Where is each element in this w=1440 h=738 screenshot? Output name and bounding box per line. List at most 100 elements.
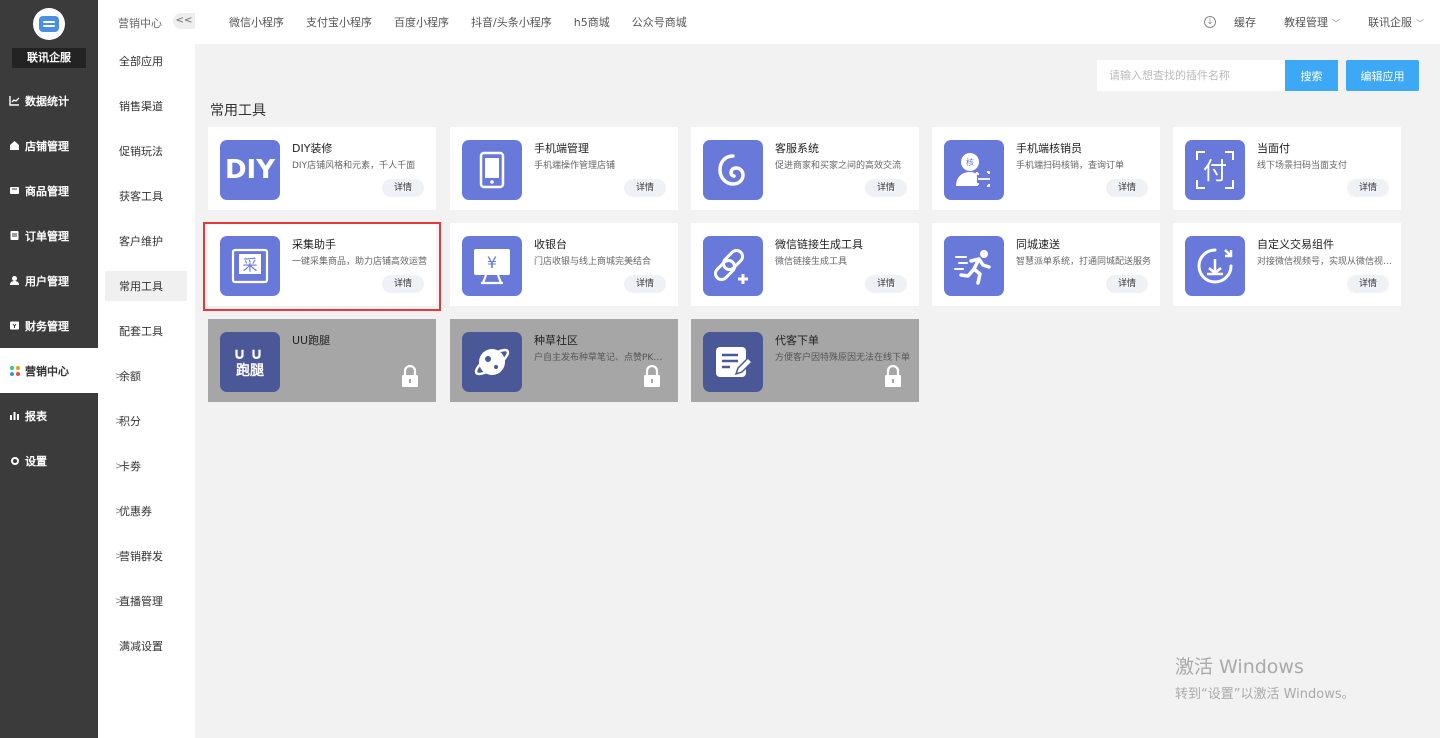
sidebar-item-label: 用户管理: [25, 274, 69, 288]
brand-logo[interactable]: [33, 8, 65, 40]
submenu-item-full-reduction[interactable]: 满减设置: [105, 631, 187, 661]
edit-apps-button[interactable]: 编辑应用: [1346, 60, 1419, 91]
phone-icon: [462, 140, 522, 200]
sidebar-item-label: 财务管理: [25, 319, 69, 333]
sidebar-item-reports[interactable]: 报表: [0, 393, 98, 438]
submenu-item-support-tools[interactable]: 配套工具: [105, 316, 187, 346]
tool-card-collect-assistant[interactable]: 采 采集助手 一键采集商品，助力店铺高效运营 详情: [208, 223, 436, 306]
sidebar-item-users[interactable]: 用户管理: [0, 258, 98, 303]
tool-card-wechat-link[interactable]: 微信链接生成工具 微信链接生成工具 详情: [691, 223, 919, 306]
customer-service-icon: [703, 140, 763, 200]
detail-button[interactable]: 详情: [624, 179, 666, 197]
tab-h5-mall[interactable]: h5商城: [574, 14, 610, 30]
submenu-item-label: 促销玩法: [119, 145, 163, 158]
secondary-menu-header: 营销中心 <<: [98, 0, 195, 44]
submenu-item-label: 满减设置: [119, 640, 163, 653]
chart-line-icon: [9, 95, 20, 106]
collapse-button[interactable]: <<: [173, 13, 195, 29]
svg-text:¥: ¥: [487, 253, 497, 272]
sidebar-item-data-stats[interactable]: 数据统计: [0, 78, 98, 123]
account-menu[interactable]: 联讯企服 ﹀: [1368, 14, 1424, 30]
gear-icon: [9, 455, 20, 466]
submenu-item-label: 优惠券: [119, 505, 152, 518]
tool-card-face-pay[interactable]: 付 当面付 线下场景扫码当面支付 详情: [1173, 127, 1401, 210]
tool-name: UU跑腿: [292, 334, 331, 347]
tab-wechat-mini[interactable]: 微信小程序: [229, 14, 284, 30]
tool-card-uu-paotui[interactable]: ∪∪ 跑腿 UU跑腿: [208, 319, 436, 402]
submenu-item-promotion[interactable]: 促销玩法: [105, 136, 187, 166]
submenu-item-label: 常用工具: [119, 280, 163, 293]
user-icon: [9, 275, 20, 286]
uu-paotui-icon: ∪∪ 跑腿: [220, 332, 280, 392]
search-button[interactable]: 搜索: [1285, 60, 1338, 91]
download-icon[interactable]: ↓: [1204, 16, 1216, 28]
submenu-item-coupons[interactable]: > 优惠券: [105, 496, 187, 526]
watermark-line2: 转到“设置”以激活 Windows。: [1175, 687, 1355, 702]
tool-desc: 促进商家和买家之间的高效交流: [775, 161, 902, 171]
tab-douyin-mini[interactable]: 抖音/头条小程序: [471, 14, 552, 30]
detail-button[interactable]: 详情: [865, 275, 907, 293]
plugin-search-input[interactable]: [1097, 60, 1285, 91]
sidebar-item-store[interactable]: 店铺管理: [0, 123, 98, 168]
detail-button[interactable]: 详情: [1347, 275, 1389, 293]
sidebar-item-settings[interactable]: 设置: [0, 438, 98, 483]
tool-card-custom-trade[interactable]: 自定义交易组件 对接微信视频号，实现从微信视频号带货 详情: [1173, 223, 1401, 306]
submenu-item-acquisition[interactable]: 获客工具: [105, 181, 187, 211]
tool-card-diy[interactable]: DIY DIY装修 DIY店铺风格和元素，千人千面 详情: [208, 127, 436, 210]
submenu-item-label: 获客工具: [119, 190, 163, 203]
detail-button[interactable]: 详情: [624, 275, 666, 293]
sidebar-item-orders[interactable]: 订单管理: [0, 213, 98, 258]
tab-baidu-mini[interactable]: 百度小程序: [394, 14, 449, 30]
sidebar-item-label: 店铺管理: [25, 139, 69, 153]
sidebar-item-products[interactable]: 商品管理: [0, 168, 98, 213]
sidebar-item-label: 营销中心: [25, 364, 69, 378]
tab-official-account-mall[interactable]: 公众号商城: [632, 14, 687, 30]
account-name: 联讯企服: [1368, 16, 1412, 29]
submenu-item-points[interactable]: > 积分: [105, 406, 187, 436]
sidebar-item-label: 报表: [25, 409, 47, 423]
submenu-item-balance[interactable]: > 余额: [105, 361, 187, 391]
tool-desc: 手机端扫码核销，查询订单: [1016, 161, 1125, 171]
tool-card-mobile-manage[interactable]: 手机端管理 手机端操作管理店铺 详情: [450, 127, 678, 210]
sidebar-item-marketing[interactable]: 营销中心: [0, 348, 98, 393]
tool-card-local-delivery[interactable]: 同城速送 智慧派单系统，打通同城配送服务 详情: [932, 223, 1160, 306]
lock-icon: [644, 365, 660, 387]
lock-icon: [885, 365, 901, 387]
secondary-menu-list: 全部应用 销售渠道 促销玩法 获客工具 客户维护 常用工具 配套工具 > 余额 >…: [98, 46, 195, 676]
submenu-item-all-apps[interactable]: 全部应用: [105, 46, 187, 76]
tool-desc: 门店收银与线上商城完美结合: [534, 257, 652, 267]
sidebar-item-label: 商品管理: [25, 184, 69, 198]
sidebar-item-label: 数据统计: [25, 94, 69, 108]
detail-button[interactable]: 详情: [382, 275, 424, 293]
submenu-item-live[interactable]: > 直播管理: [105, 586, 187, 616]
sidebar-item-finance[interactable]: 财务管理: [0, 303, 98, 348]
submenu-item-cards[interactable]: > 卡劵: [105, 451, 187, 481]
tool-card-grass-community[interactable]: 种草社区 户自主发布种草笔记、点赞PK…: [450, 319, 678, 402]
submenu-item-customer-care[interactable]: 客户维护: [105, 226, 187, 256]
detail-button[interactable]: 详情: [1106, 179, 1148, 197]
submenu-item-mass-message[interactable]: > 营销群发: [105, 541, 187, 571]
chevron-right-icon: >: [115, 370, 124, 382]
windows-activation-watermark: 激活 Windows 转到“设置”以激活 Windows。: [1175, 652, 1355, 702]
chevron-right-icon: >: [115, 550, 124, 562]
tutorial-menu[interactable]: 教程管理 ﹀: [1284, 14, 1340, 30]
sidebar-item-label: 订单管理: [25, 229, 69, 243]
tab-alipay-mini[interactable]: 支付宝小程序: [306, 14, 372, 30]
tool-card-proxy-order[interactable]: 代客下单 方便客户因特殊原因无法在线下单: [691, 319, 919, 402]
submenu-item-sales-channel[interactable]: 销售渠道: [105, 91, 187, 121]
watermark-line1: 激活 Windows: [1175, 656, 1304, 678]
svg-text:核: 核: [966, 157, 974, 167]
tool-card-mobile-verifier[interactable]: 核 手机端核销员 手机端扫码核销，查询订单 详情: [932, 127, 1160, 210]
detail-button[interactable]: 详情: [1106, 275, 1148, 293]
submenu-item-label: 配套工具: [119, 325, 163, 338]
detail-button[interactable]: 详情: [865, 179, 907, 197]
detail-button[interactable]: 详情: [1347, 179, 1389, 197]
tool-name: 客服系统: [775, 142, 819, 155]
trade-component-icon: [1185, 236, 1245, 296]
tool-card-customer-service[interactable]: 客服系统 促进商家和买家之间的高效交流 详情: [691, 127, 919, 210]
platform-tabs: 微信小程序 支付宝小程序 百度小程序 抖音/头条小程序 h5商城 公众号商城: [229, 14, 709, 30]
submenu-item-common-tools[interactable]: 常用工具: [105, 271, 187, 301]
tool-card-cashier[interactable]: ¥ 收银台 门店收银与线上商城完美结合 详情: [450, 223, 678, 306]
detail-button[interactable]: 详情: [382, 179, 424, 197]
cache-button[interactable]: 缓存: [1234, 14, 1256, 30]
